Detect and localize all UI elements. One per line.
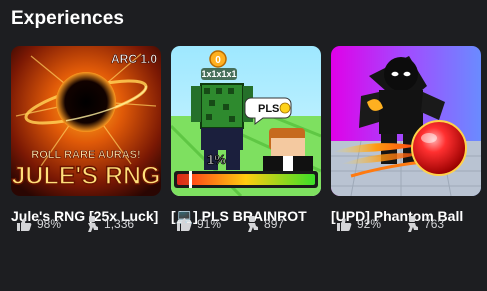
experience-card-pls-brainrot[interactable]: 0 1x1x1x1 PLS 1% [💻] PLS BRAINROT <box>171 46 321 227</box>
thumb-speech-bubble[interactable]: PLS <box>258 103 279 115</box>
players-stat[interactable]: 897 <box>247 216 284 232</box>
player-count-icon[interactable] <box>247 216 259 232</box>
thumbs-up-icon[interactable] <box>336 217 352 231</box>
section-title[interactable]: Experiences <box>11 8 124 30</box>
rating-stat[interactable]: 91% <box>176 217 221 231</box>
players-value[interactable]: 1,336 <box>104 217 134 231</box>
experience-thumbnail[interactable]: ARC 1.0 ROLL RARE AURAS! JULE'S RNG <box>11 46 161 196</box>
experience-thumbnail[interactable]: 0 1x1x1x1 PLS 1% <box>171 46 321 196</box>
experience-stats[interactable]: 91% 897 <box>176 216 284 232</box>
experience-stats[interactable]: 92% 763 <box>336 216 444 232</box>
thumb-arc-label[interactable]: ARC 1.0 <box>111 52 158 67</box>
rating-value[interactable]: 91% <box>197 217 221 231</box>
experience-thumbnail[interactable] <box>331 46 481 196</box>
thumbs-up-icon[interactable] <box>16 217 32 231</box>
players-stat[interactable]: 1,336 <box>87 216 134 232</box>
player-count-icon[interactable] <box>87 216 99 232</box>
players-value[interactable]: 897 <box>264 217 284 231</box>
experience-card-phantom-ball[interactable]: [UPD] Phantom Ball <box>331 46 481 227</box>
thumbs-up-icon[interactable] <box>176 217 192 231</box>
experience-card-jules-rng[interactable]: ARC 1.0 ROLL RARE AURAS! JULE'S RNG Jule… <box>11 46 161 227</box>
players-stat[interactable]: 763 <box>407 216 444 232</box>
thumb-badge[interactable]: 1x1x1x1 <box>201 69 236 79</box>
rating-stat[interactable]: 98% <box>16 217 61 231</box>
experience-stats[interactable]: 98% 1,336 <box>16 216 134 232</box>
players-value[interactable]: 763 <box>424 217 444 231</box>
thumb-tagline[interactable]: ROLL RARE AURAS! <box>31 149 141 162</box>
rating-value[interactable]: 92% <box>357 217 381 231</box>
svg-text:0: 0 <box>215 55 221 66</box>
rating-value[interactable]: 98% <box>37 217 61 231</box>
rating-stat[interactable]: 92% <box>336 217 381 231</box>
thumb-percent[interactable]: 1% <box>207 152 227 168</box>
player-count-icon[interactable] <box>407 216 419 232</box>
thumb-logo[interactable]: JULE'S RNG <box>11 161 161 190</box>
